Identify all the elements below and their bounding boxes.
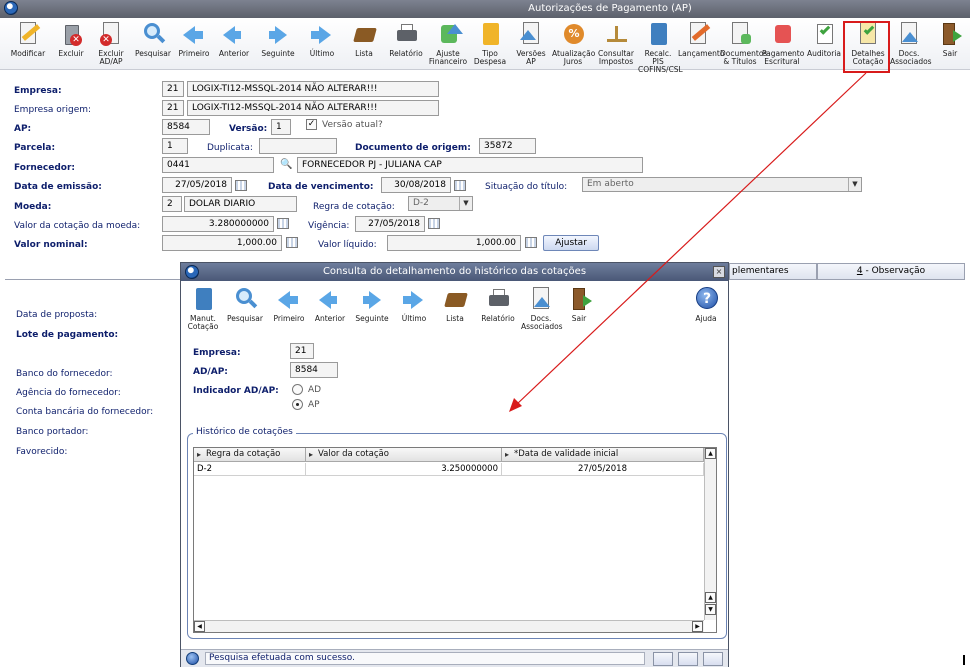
arrow-line	[515, 72, 867, 406]
arrow-head	[509, 398, 522, 412]
annotation-arrow	[509, 72, 867, 412]
